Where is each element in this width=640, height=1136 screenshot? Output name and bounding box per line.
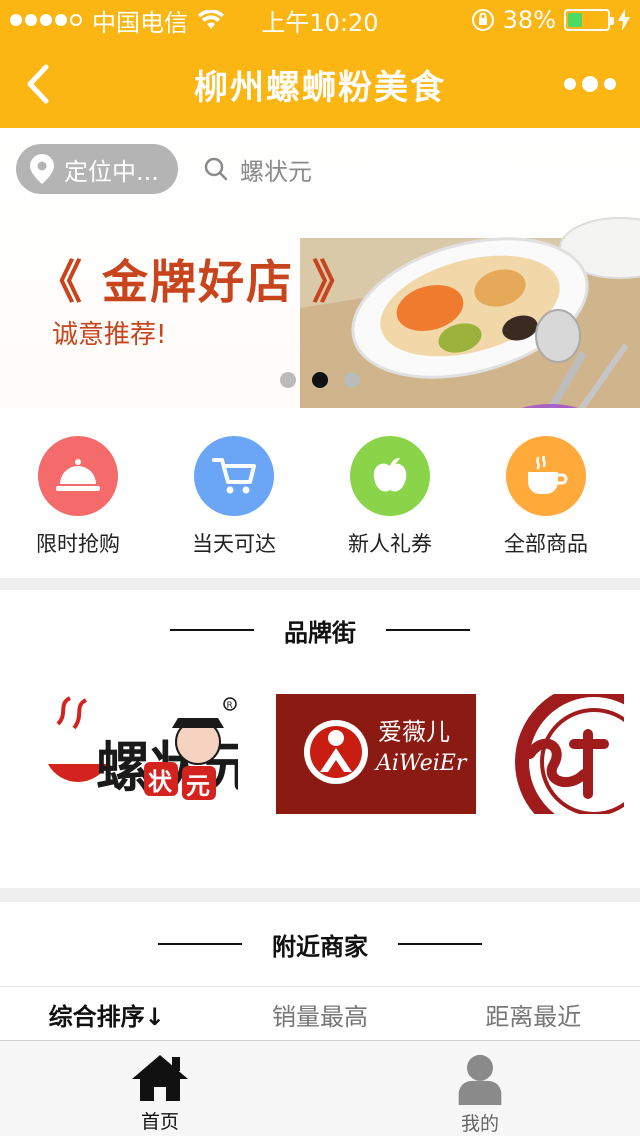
sort-bar: 综合排序↓ 销量最高 距离最近 [0,986,640,1042]
category-label: 新人礼券 [348,532,432,556]
user-icon [458,1054,502,1105]
search-icon [204,157,228,181]
category-grid: 限时抢购 当天可达 新人礼券 全部商品 [0,408,640,578]
section-divider [0,888,640,902]
carousel-dot[interactable] [280,372,296,388]
brand-card[interactable] [514,694,624,814]
back-icon [27,64,49,104]
app-screen: 中国电信 上午10:20 38% 柳州螺蛳粉美食 定位中... 螺状元 《 金牌… [0,0,640,1136]
cloche-icon [38,436,118,516]
location-pin-icon [30,154,54,184]
brand-logo: 爱薇儿 AiWeiEr [276,694,476,814]
search-placeholder: 螺状元 [240,157,312,186]
sort-sales-tab[interactable]: 销量最高 [213,987,426,1042]
charging-icon [618,9,630,31]
brand-card[interactable]: 螺状元 状 元 R [38,694,238,814]
category-label: 全部商品 [504,532,588,556]
tab-label: 首页 [140,1111,179,1133]
page-title: 柳州螺蛳粉美食 [194,67,446,108]
cup-icon [506,436,586,516]
svg-text:元: 元 [186,772,210,800]
apple-icon [350,436,430,516]
search-input[interactable]: 螺状元 [204,148,312,190]
carousel-dot[interactable] [344,372,360,388]
back-button[interactable] [18,62,58,106]
signal-icon [10,14,82,26]
brand-logo [514,694,624,814]
nav-bar: 柳州螺蛳粉美食 [0,40,640,128]
brand-section: 品牌街 螺状元 状 元 R [0,590,640,888]
status-bar: 中国电信 上午10:20 38% [0,0,640,40]
category-label: 当天可达 [192,532,276,556]
brand-card[interactable]: 爱薇儿 AiWeiEr [276,694,476,814]
nearby-section: 附近商家 [0,902,640,986]
brand-logo: 螺状元 状 元 R [38,694,238,814]
tab-home[interactable]: 首页 [0,1041,320,1136]
nearby-section-title: 附近商家 [272,932,368,961]
wifi-icon [198,10,224,29]
cart-icon [194,436,274,516]
sort-composite-tab[interactable]: 综合排序↓ [0,987,213,1042]
battery-level [568,13,583,27]
brand-section-title: 品牌街 [284,618,356,647]
home-icon [132,1055,188,1101]
sort-distance-tab[interactable]: 距离最近 [427,987,640,1042]
carousel-dot[interactable] [312,372,328,388]
promo-title: 《 金牌好店 》 [36,255,361,309]
tab-profile[interactable]: 我的 [320,1041,640,1136]
orientation-lock-icon [471,9,494,31]
nearby-section-header: 附近商家 [0,904,640,984]
battery-icon [564,9,614,31]
svg-text:状: 状 [148,768,173,796]
brand-logo-subtext: AiWeiEr [374,751,468,776]
location-button[interactable]: 定位中... [16,144,178,194]
svg-text:R: R [227,701,233,711]
battery-percent: 38% [502,6,556,34]
category-all-products[interactable]: 全部商品 [468,408,624,578]
more-button[interactable] [564,70,616,98]
promo-banner[interactable]: 定位中... 螺状元 《 金牌好店 》 诚意推荐! [0,128,640,408]
location-label: 定位中... [64,157,159,186]
category-label: 限时抢购 [36,532,120,556]
carousel-indicator [280,372,360,388]
category-same-day[interactable]: 当天可达 [156,408,312,578]
category-new-user-coupon[interactable]: 新人礼券 [312,408,468,578]
tab-bar: 首页 我的 [0,1040,640,1136]
category-flash-sale[interactable]: 限时抢购 [0,408,156,578]
brand-logo-text: 爱薇儿 [378,718,450,746]
tab-label: 我的 [460,1113,499,1135]
promo-subtitle: 诚意推荐! [52,320,167,350]
carrier-name: 中国电信 [92,8,188,37]
brand-section-header: 品牌街 [0,590,640,670]
section-divider [0,578,640,590]
